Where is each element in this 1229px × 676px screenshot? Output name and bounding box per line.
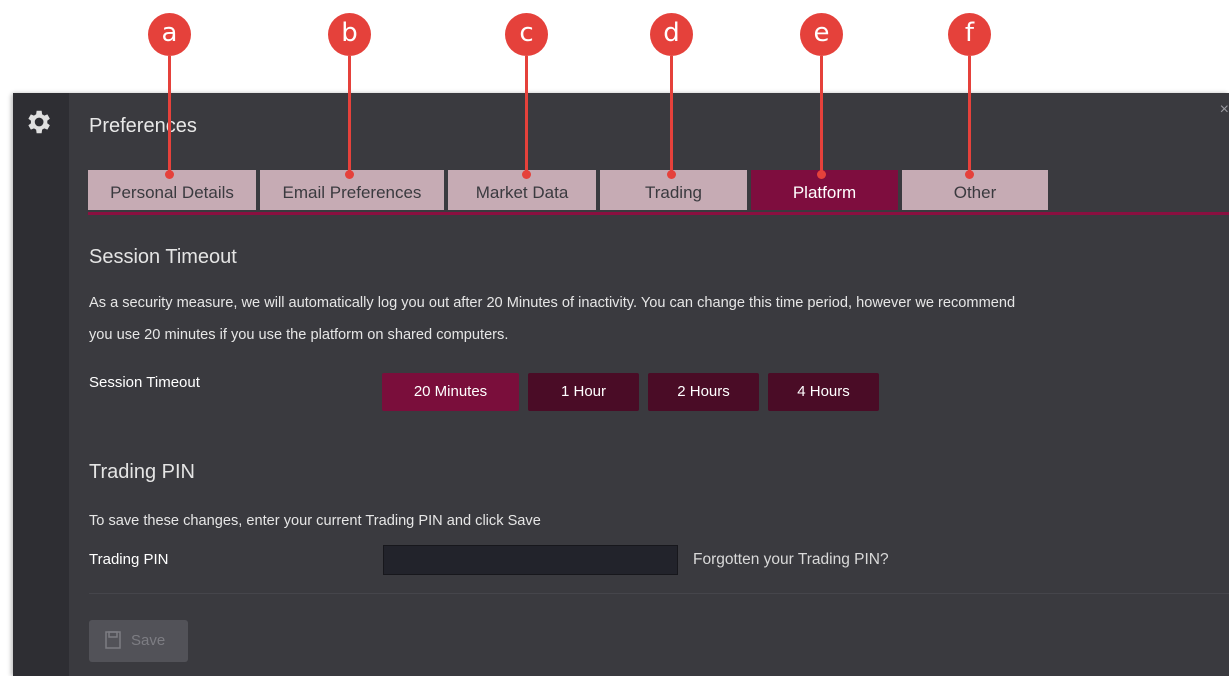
dialog-sidebar <box>13 93 69 676</box>
annotation-leader-a <box>168 56 171 174</box>
trading-pin-input[interactable] <box>383 545 678 575</box>
annotation-leader-c <box>525 56 528 174</box>
timeout-option-4-hours[interactable]: 4 Hours <box>768 373 879 411</box>
save-button[interactable]: Save <box>89 620 188 662</box>
annotation-dot-a <box>165 170 174 179</box>
annotation-dot-b <box>345 170 354 179</box>
preferences-tabs: Personal Details Email Preferences Marke… <box>88 170 1229 212</box>
forgot-trading-pin-link[interactable]: Forgotten your Trading PIN? <box>693 551 889 569</box>
timeout-option-20-minutes[interactable]: 20 Minutes <box>382 373 519 411</box>
annotation-dot-f <box>965 170 974 179</box>
annotation-marker-b: b <box>328 13 371 56</box>
close-icon[interactable]: × <box>1220 101 1229 119</box>
annotation-dot-d <box>667 170 676 179</box>
tab-underline <box>88 212 1229 215</box>
trading-pin-label: Trading PIN <box>89 551 169 568</box>
save-icon <box>105 631 121 649</box>
annotation-marker-d: d <box>650 13 693 56</box>
session-timeout-label: Session Timeout <box>89 374 200 391</box>
annotation-marker-c: c <box>505 13 548 56</box>
trading-pin-heading: Trading PIN <box>89 461 195 483</box>
timeout-option-2-hours[interactable]: 2 Hours <box>648 373 759 411</box>
annotation-leader-f <box>968 56 971 174</box>
trading-pin-instructions: To save these changes, enter your curren… <box>89 513 541 529</box>
dialog-title: Preferences <box>89 115 197 137</box>
annotation-dot-c <box>522 170 531 179</box>
timeout-option-1-hour[interactable]: 1 Hour <box>528 373 639 411</box>
session-timeout-description-line2: you use 20 minutes if you use the platfo… <box>89 327 509 343</box>
annotation-leader-e <box>820 56 823 174</box>
annotation-leader-b <box>348 56 351 174</box>
preferences-dialog: × Preferences Personal Details Email Pre… <box>13 93 1229 676</box>
tab-other[interactable]: Other <box>902 170 1048 210</box>
session-timeout-description-line1: As a security measure, we will automatic… <box>89 295 1016 311</box>
annotation-leader-d <box>670 56 673 174</box>
annotation-marker-e: e <box>800 13 843 56</box>
annotation-dot-e <box>817 170 826 179</box>
annotation-marker-a: a <box>148 13 191 56</box>
save-label: Save <box>131 632 166 649</box>
section-divider <box>89 593 1229 594</box>
annotation-marker-f: f <box>948 13 991 56</box>
gear-icon <box>28 110 50 134</box>
session-timeout-heading: Session Timeout <box>89 246 237 268</box>
